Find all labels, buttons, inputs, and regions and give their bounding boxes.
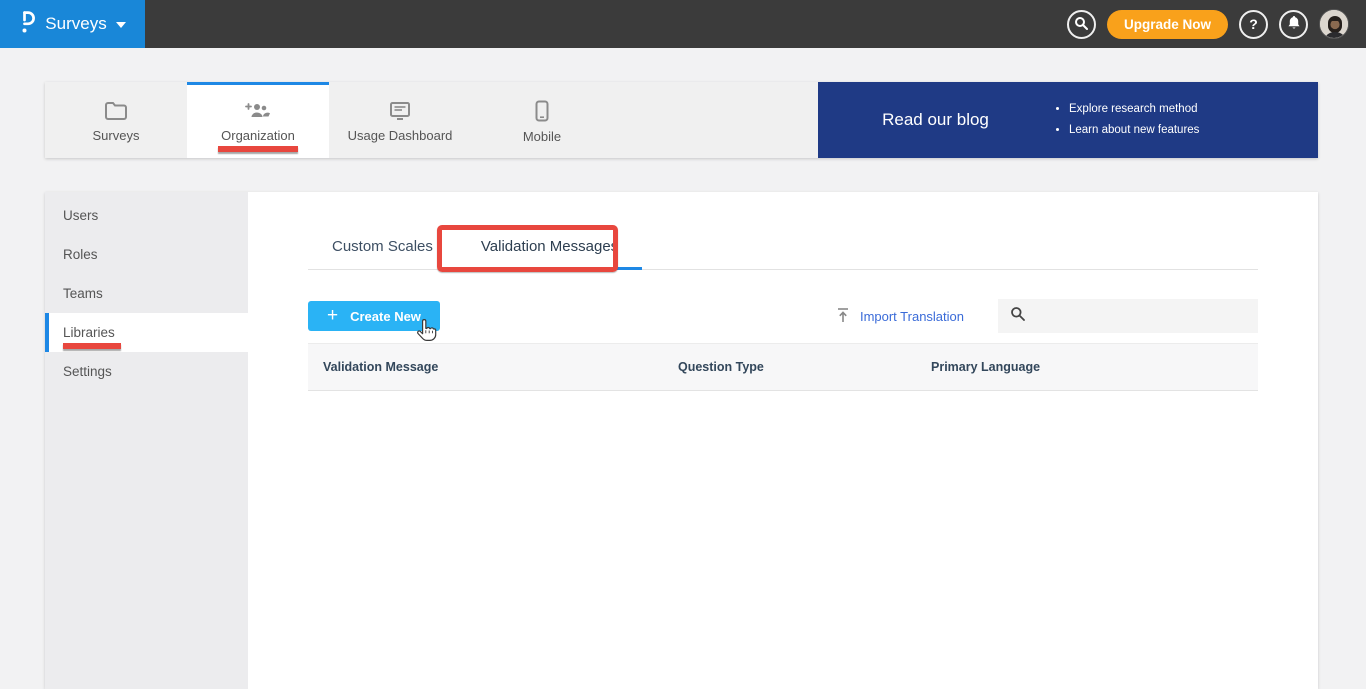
create-new-button[interactable]: + Create New	[308, 301, 440, 331]
sidebar-item-users[interactable]: Users	[45, 196, 248, 235]
import-translation-link[interactable]: Import Translation	[836, 307, 964, 326]
read-our-blog-banner[interactable]: Read our blog Explore research method Le…	[818, 82, 1318, 158]
column-header-question-type: Question Type	[678, 360, 764, 374]
search-button[interactable]	[1066, 9, 1096, 39]
sidebar-item-teams[interactable]: Teams	[45, 274, 248, 313]
help-button[interactable]: ?	[1239, 9, 1268, 39]
blog-banner-title: Read our blog	[882, 110, 989, 129]
magnifier-icon	[1010, 306, 1025, 326]
sidebar-item-label: Users	[63, 208, 99, 223]
tab-custom-scales[interactable]: Custom Scales	[308, 228, 457, 270]
nav-tab-label: Mobile	[522, 128, 562, 144]
annotation-underline-organization	[218, 146, 298, 152]
bell-icon	[1287, 15, 1301, 33]
questionpro-logo-icon	[19, 9, 36, 40]
annotation-underline-libraries	[63, 343, 121, 349]
nav-tab-usage-dashboard[interactable]: Usage Dashboard	[329, 82, 471, 158]
validation-messages-table-header: Validation Message Question Type Primary…	[308, 343, 1258, 391]
column-header-validation-message: Validation Message	[323, 360, 439, 374]
upgrade-now-button[interactable]: Upgrade Now	[1106, 9, 1228, 39]
notifications-button[interactable]	[1279, 9, 1308, 39]
avatar[interactable]	[1319, 9, 1349, 39]
product-switcher[interactable]: Surveys	[0, 0, 145, 48]
import-translation-label: Import Translation	[859, 308, 964, 324]
main-card: Users Roles Teams Libraries Settings Cus…	[45, 192, 1318, 689]
plus-icon: +	[327, 304, 339, 326]
caret-down-icon	[115, 22, 126, 28]
blog-banner-bullets: Explore research method Learn about new …	[1053, 99, 1199, 141]
mobile-icon	[534, 100, 550, 122]
nav-tab-label: Surveys	[92, 127, 140, 143]
upload-icon	[836, 307, 850, 326]
column-header-primary-language: Primary Language	[931, 360, 1041, 374]
sidebar-item-label: Libraries	[63, 325, 115, 340]
sidebar-item-settings[interactable]: Settings	[45, 352, 248, 391]
nav-tab-organization[interactable]: Organization	[187, 82, 329, 158]
dashboard-icon	[388, 101, 412, 121]
top-bar: Surveys Upgrade Now ?	[0, 0, 1366, 48]
create-new-label: Create New	[350, 308, 421, 324]
sidebar-item-label: Roles	[63, 247, 98, 262]
toolbar: + Create New Import Translation	[308, 299, 1258, 333]
search-input[interactable]	[1033, 299, 1258, 333]
nav-tab-label: Organization	[221, 127, 295, 143]
blog-bullet: Explore research method	[1069, 99, 1199, 120]
sidebar-item-libraries[interactable]: Libraries	[45, 313, 248, 352]
nav-tab-mobile[interactable]: Mobile	[471, 82, 613, 158]
table-search-box[interactable]	[998, 299, 1258, 333]
search-icon	[1074, 16, 1089, 33]
nav-tab-surveys[interactable]: Surveys	[45, 82, 187, 158]
sidebar-item-label: Settings	[63, 364, 112, 379]
libraries-content: Custom Scales Validation Messages + Crea…	[248, 192, 1318, 689]
primary-nav: Surveys Organization Usage Dashboard Mob…	[45, 82, 1318, 158]
nav-tab-label: Usage Dashboard	[347, 127, 453, 143]
people-add-icon	[244, 101, 272, 121]
libraries-tabs: Custom Scales Validation Messages	[308, 228, 1258, 270]
sidebar-item-label: Teams	[63, 286, 103, 301]
product-name: Surveys	[45, 14, 107, 33]
question-mark-icon: ?	[1249, 16, 1258, 32]
folder-icon	[104, 101, 128, 121]
blog-bullet: Learn about new features	[1069, 120, 1199, 141]
sidebar-item-roles[interactable]: Roles	[45, 235, 248, 274]
settings-sidebar: Users Roles Teams Libraries Settings	[45, 192, 248, 689]
tab-validation-messages[interactable]: Validation Messages	[456, 228, 643, 270]
